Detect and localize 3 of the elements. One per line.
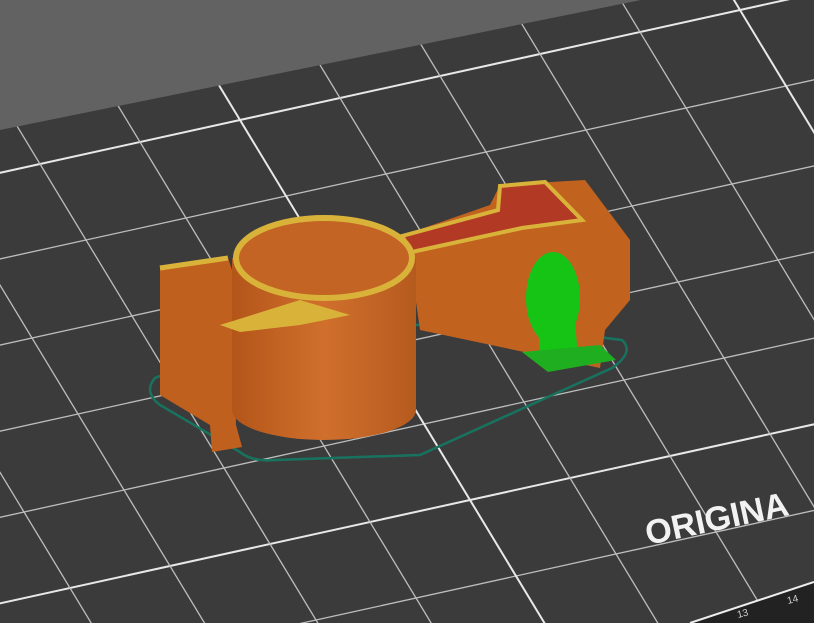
bed-logo-text: ORIGINA	[642, 485, 792, 553]
axis-label: 13	[736, 608, 750, 621]
axis-label: 14	[786, 594, 800, 607]
